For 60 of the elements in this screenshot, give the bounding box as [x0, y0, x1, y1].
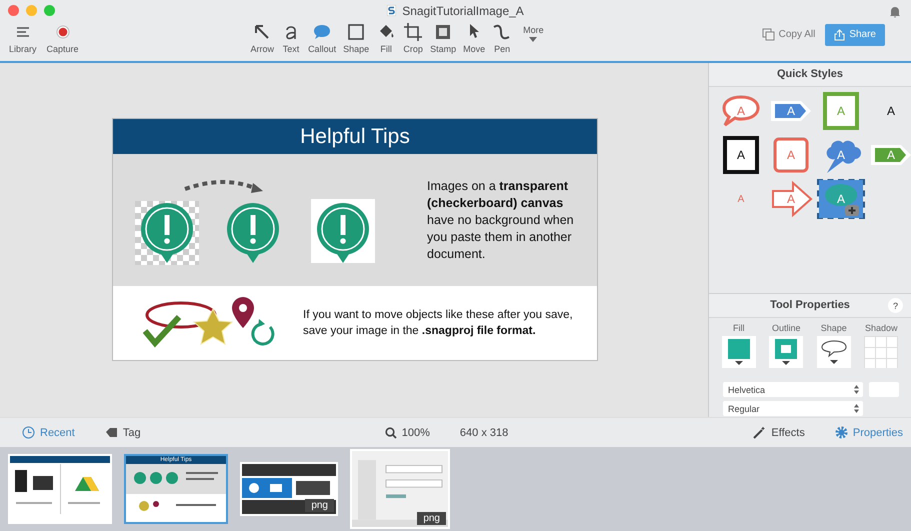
tool-button[interactable]: Fill	[373, 22, 400, 54]
bell-icon[interactable]	[889, 5, 901, 18]
app-icon	[387, 5, 396, 16]
size-button[interactable]: 640 x 318	[460, 426, 508, 439]
effects-button[interactable]: Effects	[752, 426, 805, 440]
gear-icon	[834, 426, 848, 440]
shape-dropdown[interactable]	[816, 336, 851, 368]
close-button[interactable]	[8, 5, 19, 16]
magic-wand-icon	[752, 426, 766, 440]
share-icon	[834, 28, 846, 41]
fill-dropdown[interactable]	[722, 336, 756, 368]
tip-text: Images on a transparent (checkerboard) canvas have no background when you paste them in another document.	[427, 178, 575, 263]
swatch-label: Fill	[733, 323, 744, 334]
stepper-icon	[854, 404, 859, 414]
window-title: SnagitTutorialImage_A	[402, 4, 524, 18]
tag-icon	[104, 427, 118, 438]
quick-style[interactable]: A	[767, 91, 815, 132]
crop-icon	[403, 22, 424, 42]
quick-style[interactable]: A	[867, 91, 911, 132]
tip-text: If you want to move objects like these after you save, save your image in the .snagproj file format.	[303, 308, 574, 340]
thumbnail[interactable]: png	[240, 462, 338, 516]
stepper-icon	[854, 385, 859, 394]
tool-button[interactable]: Stamp	[427, 22, 460, 54]
outline-dropdown[interactable]	[769, 336, 804, 368]
search-icon	[384, 426, 397, 439]
more-button[interactable]: More	[520, 24, 547, 54]
tool-button[interactable]: Arrow	[248, 22, 278, 54]
style-select[interactable]: Regular	[723, 401, 863, 416]
properties-button[interactable]: Properties	[834, 426, 903, 440]
tool-button[interactable]: Shape	[340, 22, 372, 54]
clock-icon	[22, 426, 35, 440]
panel-heading: Tool Properties	[770, 299, 850, 312]
recent-button[interactable]: Recent	[22, 426, 75, 440]
swatch-label: Outline	[772, 323, 801, 334]
swatch-label: Shadow	[864, 323, 898, 334]
speech-bubble-icon	[820, 340, 847, 358]
panel-heading: Quick Styles	[709, 63, 911, 88]
tool-button[interactable]: Callout	[305, 22, 340, 54]
copy-all-button[interactable]: Copy All	[762, 28, 816, 42]
tool-button[interactable]: Text	[278, 22, 304, 54]
tool-button[interactable]: Pen	[489, 22, 516, 54]
tag-button[interactable]: Tag	[104, 426, 141, 439]
tool-button[interactable]: Crop	[400, 22, 426, 54]
format-badge: png	[305, 499, 334, 512]
font-select[interactable]: Helvetica	[723, 382, 863, 398]
library-button[interactable]: Library	[6, 22, 40, 54]
tool-button[interactable]: Move	[460, 22, 488, 54]
minimize-button[interactable]	[26, 5, 37, 16]
capture-button[interactable]: Capture	[44, 22, 82, 54]
format-badge: png	[417, 512, 446, 526]
zoom-button[interactable]	[44, 5, 55, 16]
image-card[interactable]	[113, 119, 597, 360]
caret-icon	[529, 36, 538, 42]
thumbnail[interactable]: png	[350, 449, 450, 530]
image-title: Helpful Tips	[113, 119, 597, 154]
square-icon	[346, 22, 366, 42]
copy-icon	[762, 28, 775, 42]
zoom-button[interactable]: 100%	[384, 426, 430, 439]
help-button[interactable]: ?	[888, 298, 903, 314]
swatch-label: Shape	[820, 323, 847, 334]
